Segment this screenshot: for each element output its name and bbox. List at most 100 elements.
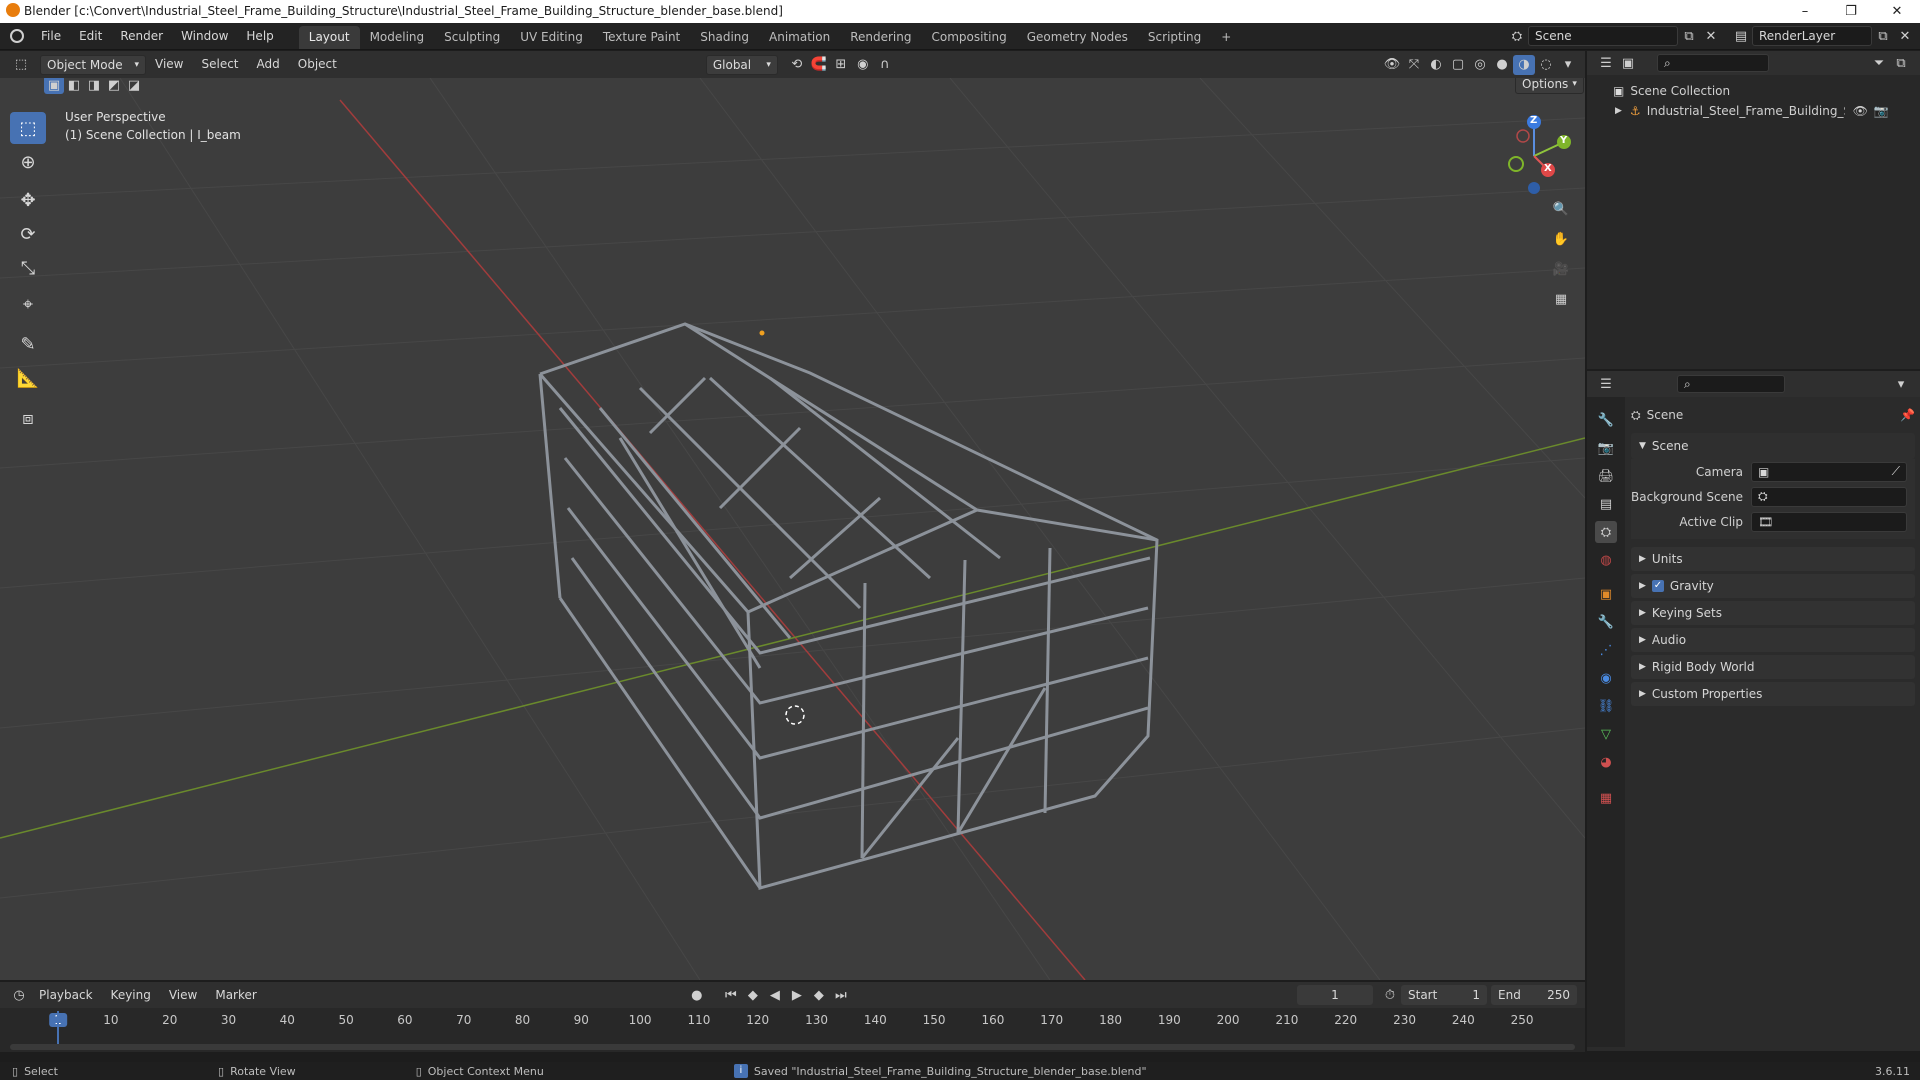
solid-shading-icon[interactable]: ● — [1491, 55, 1513, 75]
properties-search-input[interactable]: ⌕ — [1677, 375, 1785, 393]
timeline-scrollbar[interactable] — [10, 1044, 1575, 1050]
add-workspace-button[interactable]: + — [1211, 26, 1241, 49]
snap-icon[interactable]: 🧲 — [808, 55, 830, 75]
new-scene-icon[interactable]: ⧉ — [1678, 26, 1700, 46]
tool-transform[interactable]: ⌖ — [10, 288, 46, 320]
select-new-icon[interactable]: ▣ — [44, 78, 64, 94]
tab-animation[interactable]: Animation — [759, 26, 840, 49]
constraints-tab-icon[interactable]: ⛓ — [1595, 695, 1617, 717]
physics-tab-icon[interactable]: ◉ — [1595, 667, 1617, 689]
menu-edit[interactable]: Edit — [70, 23, 111, 50]
tool-add-cube[interactable]: ⧈ — [10, 402, 46, 434]
texture-tab-icon[interactable]: ▦ — [1595, 787, 1617, 809]
select-invert-icon[interactable]: ◩ — [104, 78, 124, 94]
select-extend-icon[interactable]: ◧ — [64, 78, 84, 94]
blender-menu-icon[interactable] — [10, 29, 24, 43]
tool-tab-icon[interactable]: 🔧 — [1595, 409, 1617, 431]
proportional-edit-icon[interactable]: ◉ — [852, 55, 874, 75]
tab-uv-editing[interactable]: UV Editing — [510, 26, 593, 49]
rigid-body-world-panel[interactable]: ▶ Rigid Body World — [1631, 655, 1915, 679]
tool-move[interactable]: ✥ — [10, 184, 46, 216]
xray-icon[interactable]: ▢ — [1447, 55, 1469, 75]
select-subtract-icon[interactable]: ◨ — [84, 78, 104, 94]
tab-rendering[interactable]: Rendering — [840, 26, 921, 49]
maximize-button[interactable]: ❐ — [1828, 0, 1874, 23]
minimize-button[interactable]: – — [1782, 0, 1828, 23]
zoom-icon[interactable]: 🔍 — [1550, 194, 1572, 224]
falloff-icon[interactable]: ∩ — [874, 55, 896, 75]
rendered-shading-icon[interactable]: ◌ — [1535, 55, 1557, 75]
tab-texture-paint[interactable]: Texture Paint — [593, 26, 690, 49]
tab-sculpting[interactable]: Sculpting — [434, 26, 510, 49]
tab-compositing[interactable]: Compositing — [921, 26, 1016, 49]
menu-window[interactable]: Window — [172, 23, 237, 50]
editor-type-icon[interactable]: ⬚ — [10, 55, 32, 75]
output-tab-icon[interactable]: 🖨 — [1595, 465, 1617, 487]
camera-view-icon[interactable]: 🎥 — [1550, 254, 1572, 284]
material-tab-icon[interactable]: ◕ — [1595, 751, 1617, 773]
scene-icon[interactable]: ⛭ — [1506, 26, 1528, 46]
wireframe-shading-icon[interactable]: ◎ — [1469, 55, 1491, 75]
new-collection-icon[interactable]: ⧉ — [1890, 53, 1912, 73]
shading-options-icon[interactable]: ▾ — [1557, 55, 1579, 75]
delete-scene-icon[interactable]: ✕ — [1700, 26, 1722, 46]
transform-orientation-selector[interactable]: Global ▾ — [705, 54, 778, 75]
menu-view[interactable]: View — [146, 51, 192, 78]
material-shading-icon[interactable]: ◑ — [1513, 54, 1535, 75]
3d-viewport[interactable]: User Perspective (1) Scene Collection | … — [0, 78, 1585, 980]
view-layer-icon[interactable]: ▤ — [1730, 26, 1752, 46]
tool-scale[interactable]: ⤡ — [10, 252, 46, 284]
select-intersect-icon[interactable]: ◪ — [124, 78, 144, 94]
tab-modeling[interactable]: Modeling — [360, 26, 435, 49]
gizmo-toggle-icon[interactable]: ⤧ — [1403, 55, 1425, 75]
tab-geometry-nodes[interactable]: Geometry Nodes — [1017, 26, 1138, 49]
navigation-gizmo[interactable]: Z Y X — [1498, 114, 1578, 194]
tab-shading[interactable]: Shading — [690, 26, 759, 49]
visibility-icon[interactable]: 👁 — [1381, 55, 1403, 75]
audio-panel[interactable]: ▶ Audio — [1631, 628, 1915, 652]
header-chevron-icon[interactable]: ▾ — [1890, 374, 1912, 394]
custom-properties-panel[interactable]: ▶ Custom Properties — [1631, 682, 1915, 706]
3d-cursor-icon[interactable] — [785, 705, 805, 725]
options-button[interactable]: Options ▾ — [1515, 78, 1584, 94]
outliner-root[interactable]: ▣ Scene Collection — [1587, 81, 1920, 101]
menu-render[interactable]: Render — [111, 23, 172, 50]
overlay-toggle-icon[interactable]: ◐ — [1425, 55, 1447, 75]
outliner-editor-icon[interactable]: ☰ — [1595, 53, 1617, 73]
scene-panel-header[interactable]: ▼ Scene — [1631, 433, 1915, 459]
ortho-grid-icon[interactable]: ▦ — [1550, 284, 1572, 314]
scene-tab-icon[interactable]: ⛭ — [1595, 521, 1617, 543]
particles-tab-icon[interactable]: ⋰ — [1595, 639, 1617, 661]
frame-ruler[interactable]: 1102030405060708090100110120130140150160… — [0, 982, 1585, 1052]
tool-measure[interactable]: 📐 — [10, 362, 46, 394]
tool-select-box[interactable]: ⬚ — [10, 112, 46, 144]
menu-help[interactable]: Help — [237, 23, 282, 50]
eye-icon[interactable]: 👁 — [1853, 104, 1868, 118]
menu-add[interactable]: Add — [248, 51, 289, 78]
eyedropper-icon[interactable]: ⟋ — [1892, 464, 1900, 479]
menu-select[interactable]: Select — [192, 51, 247, 78]
modifier-tab-icon[interactable]: 🔧 — [1595, 611, 1617, 633]
properties-editor-icon[interactable]: ☰ — [1595, 374, 1617, 394]
camera-field[interactable]: ▣ ⟋ — [1751, 461, 1907, 482]
outliner-item[interactable]: ▶ ⚓ Industrial_Steel_Frame_Building_Stru… — [1587, 101, 1920, 121]
world-tab-icon[interactable]: ◍ — [1595, 549, 1617, 571]
tool-annotate[interactable]: ✎ — [10, 328, 46, 360]
tool-rotate[interactable]: ⟳ — [10, 218, 46, 250]
gravity-checkbox[interactable]: ✓ — [1651, 580, 1664, 592]
outliner-search-input[interactable]: ⌕ — [1657, 54, 1769, 72]
tab-layout[interactable]: Layout — [298, 26, 360, 49]
menu-object[interactable]: Object — [289, 51, 346, 78]
object-tab-icon[interactable]: ▣ — [1595, 583, 1617, 605]
tool-cursor[interactable]: ⊕ — [10, 146, 46, 178]
close-window-button[interactable]: ✕ — [1874, 0, 1920, 23]
snap-target-icon[interactable]: ⊞ — [830, 55, 852, 75]
units-panel[interactable]: ▶ Units — [1631, 547, 1915, 571]
menu-file[interactable]: File — [32, 23, 70, 50]
active-clip-field[interactable]: 🎞 — [1751, 511, 1907, 532]
gravity-panel[interactable]: ▶ ✓ Gravity — [1631, 574, 1915, 598]
view-layer-tab-icon[interactable]: ▤ — [1595, 493, 1617, 515]
scene-selector[interactable]: Scene — [1528, 26, 1678, 46]
background-scene-field[interactable]: ⛭ — [1751, 486, 1907, 507]
render-camera-icon[interactable]: 📷 — [1874, 104, 1889, 118]
